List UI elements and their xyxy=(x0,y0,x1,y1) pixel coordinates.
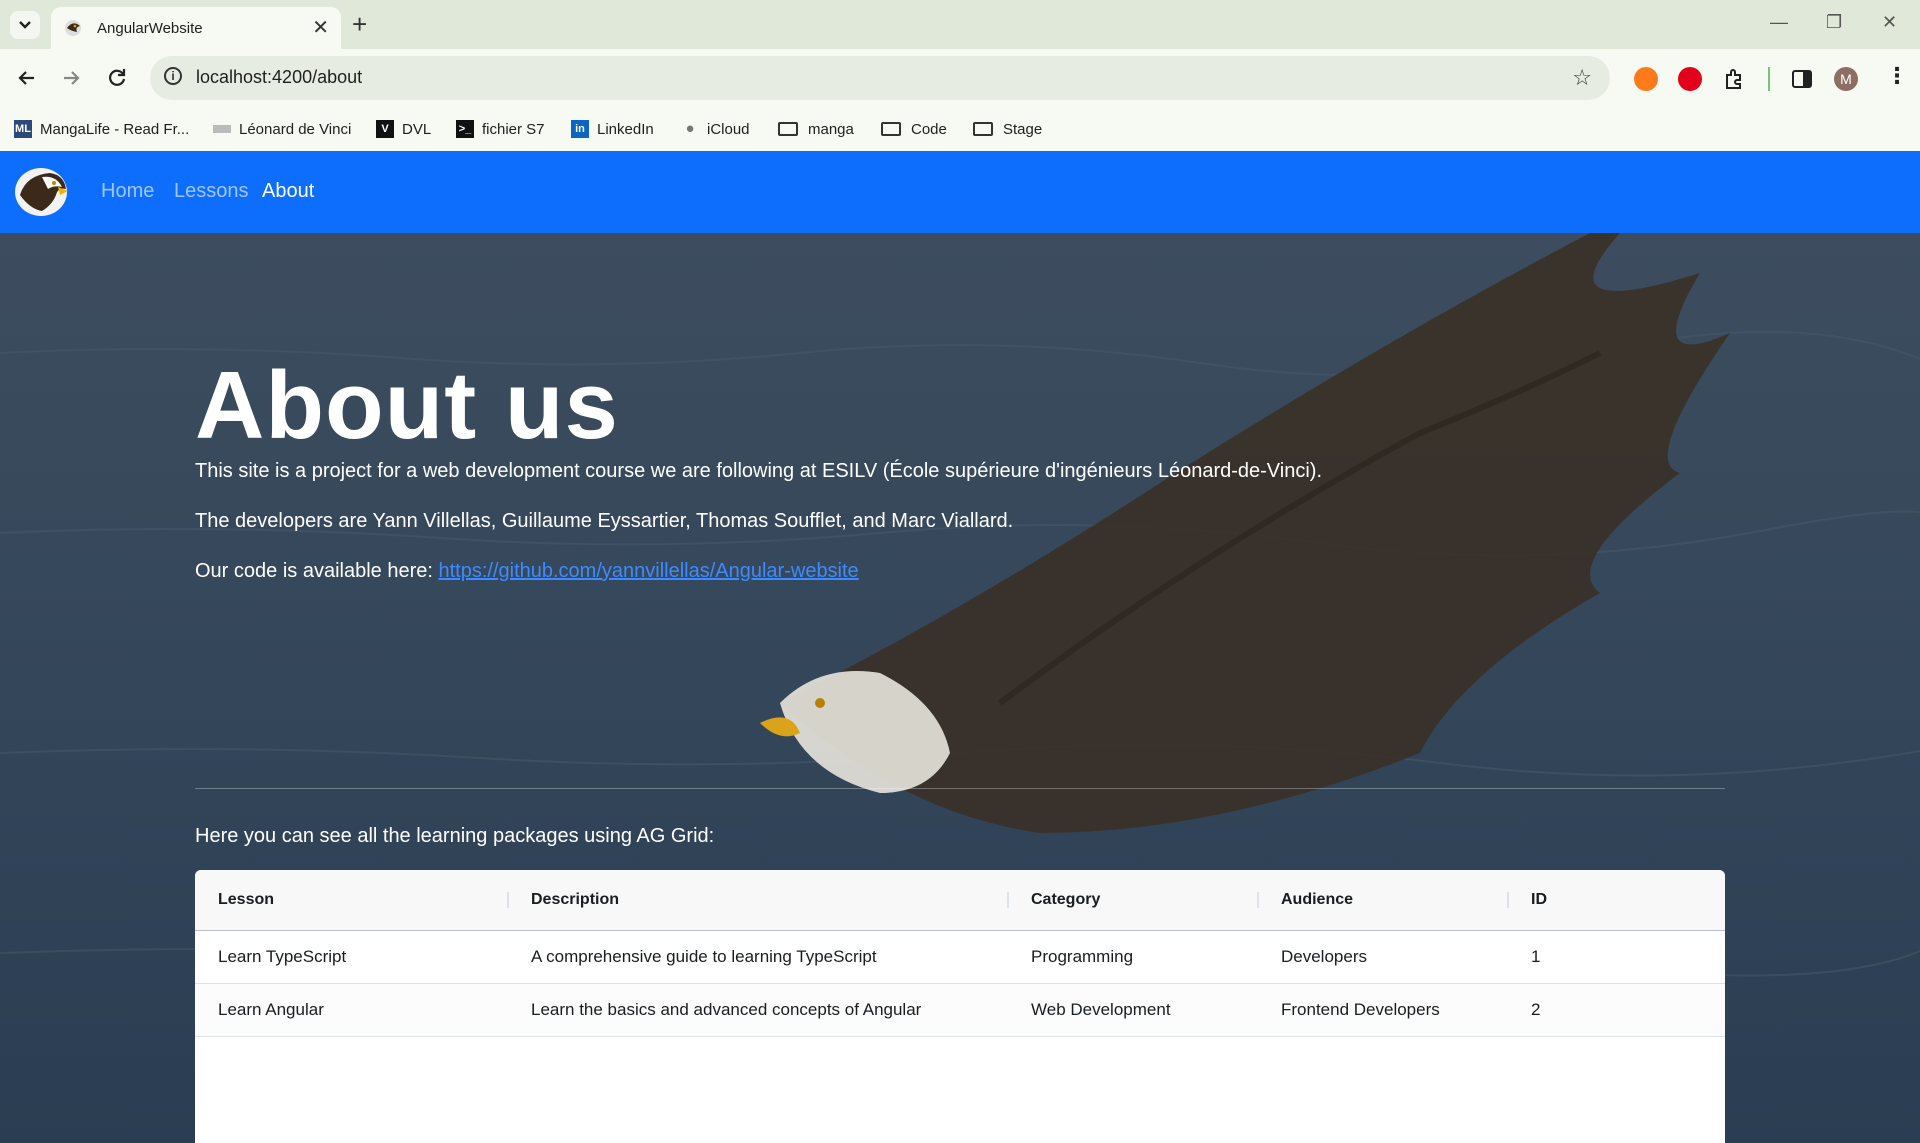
dvl-icon: V xyxy=(376,120,394,138)
extensions-puzzle-icon[interactable] xyxy=(1722,67,1746,91)
extension-orange-icon[interactable] xyxy=(1634,67,1658,91)
profile-avatar[interactable]: M xyxy=(1834,67,1858,91)
forward-arrow-icon[interactable] xyxy=(58,65,84,91)
table-row[interactable]: Learn Angular Learn the basics and advan… xyxy=(195,984,1725,1037)
bookmarks-bar: ML MangaLife - Read Fr... Léonard de Vin… xyxy=(0,109,1920,151)
cell-description[interactable]: A comprehensive guide to learning TypeSc… xyxy=(508,931,877,983)
chevron-down-icon xyxy=(19,21,31,29)
bookmark-label: fichier S7 xyxy=(482,120,545,138)
bookmark-folder[interactable]: manga xyxy=(778,117,854,141)
eagle-favicon-icon xyxy=(65,20,81,36)
window-close-icon[interactable]: ✕ xyxy=(1882,12,1897,33)
bookmark-folder[interactable]: Code xyxy=(881,117,947,141)
nav-link-home[interactable]: Home xyxy=(101,180,154,203)
address-bar-url[interactable]: localhost:4200/about xyxy=(196,67,362,88)
restore-icon[interactable]: ❐ xyxy=(1826,12,1842,33)
toolbar-divider xyxy=(1768,67,1770,91)
folder-icon xyxy=(881,122,901,136)
folder-icon xyxy=(973,122,993,136)
bookmark-label: iCloud xyxy=(707,120,750,138)
column-header-audience[interactable]: Audience xyxy=(1258,870,1508,930)
bookmark-label: Code xyxy=(911,120,947,138)
code-label: Our code is available here: xyxy=(195,560,439,582)
cell-category[interactable]: Programming xyxy=(1008,931,1133,983)
cell-id[interactable]: 2 xyxy=(1508,984,1540,1036)
bookmark-label: MangaLife - Read Fr... xyxy=(40,120,190,138)
back-arrow-icon[interactable] xyxy=(14,65,40,91)
browser-tab-active[interactable]: AngularWebsite ✕ xyxy=(51,7,341,49)
more-menu-icon[interactable]: ⋮ xyxy=(1886,63,1908,89)
bookmark-item[interactable]: ● iCloud xyxy=(681,117,750,141)
bookmark-label: Léonard de Vinci xyxy=(239,120,352,138)
about-paragraph-code: Our code is available here: https://gith… xyxy=(195,560,859,583)
new-tab-icon[interactable]: + xyxy=(352,10,367,38)
address-bar[interactable]: i localhost:4200/about ☆ xyxy=(150,56,1610,100)
cell-description[interactable]: Learn the basics and advanced concepts o… xyxy=(508,984,921,1036)
table-row[interactable]: Learn TypeScript A comprehensive guide t… xyxy=(195,931,1725,984)
bookmark-folder[interactable]: Stage xyxy=(973,117,1042,141)
browser-toolbar: i localhost:4200/about ☆ M ⋮ xyxy=(0,49,1920,109)
section-divider xyxy=(195,788,1725,789)
terminal-icon: >_ xyxy=(456,120,474,138)
bookmark-star-icon[interactable]: ☆ xyxy=(1572,65,1592,91)
ag-grid: Lesson Description Category Audience ID … xyxy=(195,870,1725,1143)
bookmark-label: Stage xyxy=(1003,120,1043,138)
close-tab-icon[interactable]: ✕ xyxy=(312,18,329,38)
column-header-id[interactable]: ID xyxy=(1508,870,1725,930)
mangalife-icon: ML xyxy=(14,120,32,138)
page-viewport: Home Lessons About About us This site is… xyxy=(0,151,1920,1143)
cell-audience[interactable]: Developers xyxy=(1258,931,1367,983)
bookmark-item[interactable]: ML MangaLife - Read Fr... xyxy=(14,117,189,141)
bookmark-label: LinkedIn xyxy=(597,120,654,138)
bookmark-item[interactable]: in LinkedIn xyxy=(571,117,654,141)
github-link[interactable]: https://github.com/yannvillellas/Angular… xyxy=(438,560,858,582)
cell-lesson[interactable]: Learn Angular xyxy=(195,984,324,1036)
nav-link-about[interactable]: About xyxy=(262,180,314,203)
eagle-logo-icon[interactable] xyxy=(12,165,70,219)
cell-lesson[interactable]: Learn TypeScript xyxy=(195,931,346,983)
cell-category[interactable]: Web Development xyxy=(1008,984,1171,1036)
site-navbar: Home Lessons About xyxy=(0,151,1920,233)
grid-header: Lesson Description Category Audience ID xyxy=(195,870,1725,931)
grid-intro: Here you can see all the learning packag… xyxy=(195,825,715,847)
bookmark-label: manga xyxy=(808,120,854,138)
column-header-description[interactable]: Description xyxy=(508,870,1008,930)
browser-tab-strip: AngularWebsite ✕ + — ❐ ✕ xyxy=(0,0,1920,49)
side-panel-icon[interactable] xyxy=(1790,67,1814,91)
site-info-icon[interactable]: i xyxy=(164,67,182,85)
extension-red-icon[interactable] xyxy=(1678,67,1702,91)
reload-icon[interactable] xyxy=(104,65,130,91)
folder-icon xyxy=(778,122,798,136)
minimize-icon[interactable]: — xyxy=(1770,12,1788,33)
nav-link-lessons[interactable]: Lessons xyxy=(174,180,249,203)
page-title: About us xyxy=(195,352,619,459)
bookmark-item[interactable]: Léonard de Vinci xyxy=(213,117,351,141)
ldv-icon xyxy=(213,125,231,133)
column-header-category[interactable]: Category xyxy=(1008,870,1258,930)
column-header-lesson[interactable]: Lesson xyxy=(195,870,508,930)
tab-search-button[interactable] xyxy=(10,11,40,39)
cell-audience[interactable]: Frontend Developers xyxy=(1258,984,1440,1036)
tab-title: AngularWebsite xyxy=(97,19,203,37)
about-paragraph-course: This site is a project for a web develop… xyxy=(195,460,1323,482)
bookmark-item[interactable]: >_ fichier S7 xyxy=(456,117,545,141)
about-paragraph-developers: The developers are Yann Villellas, Guill… xyxy=(195,510,1014,532)
linkedin-icon: in xyxy=(571,120,589,138)
bookmark-label: DVL xyxy=(402,120,432,138)
apple-icon: ● xyxy=(685,120,695,137)
cell-id[interactable]: 1 xyxy=(1508,931,1540,983)
bookmark-item[interactable]: V DVL xyxy=(376,117,431,141)
